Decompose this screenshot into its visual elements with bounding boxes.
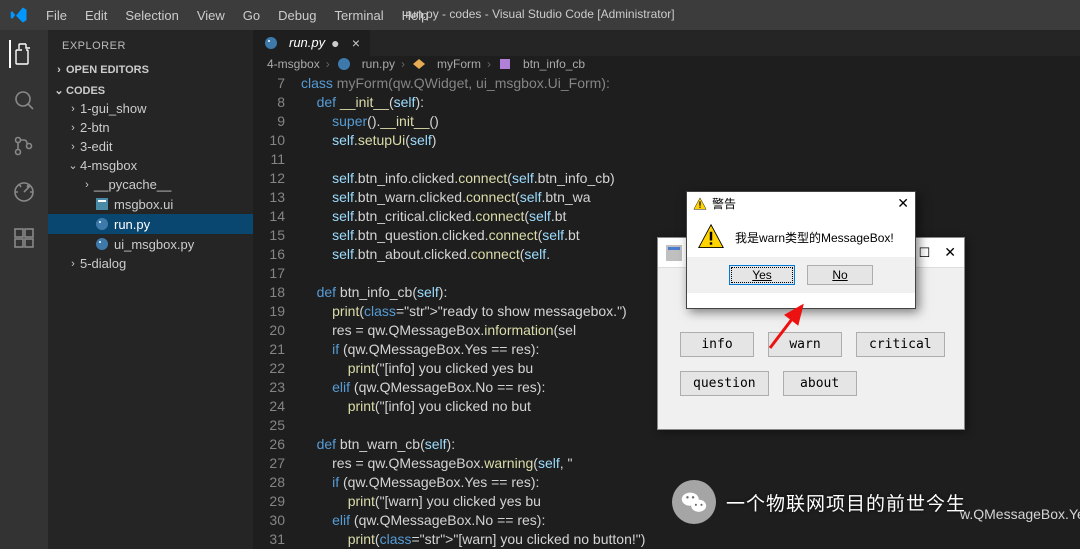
- title-bar: File Edit Selection View Go Debug Termin…: [0, 0, 1080, 30]
- chevron-icon: ⌄: [66, 159, 80, 172]
- warning-small-icon: [693, 197, 707, 211]
- close-icon[interactable]: ✕: [944, 244, 956, 261]
- activity-debug-icon[interactable]: [10, 178, 38, 206]
- critical-button[interactable]: critical: [856, 332, 945, 357]
- activity-search-icon[interactable]: [10, 86, 38, 114]
- activity-explorer-icon[interactable]: [9, 40, 37, 68]
- tree-item-5-dialog[interactable]: ›5-dialog: [48, 254, 253, 273]
- info-button[interactable]: info: [680, 332, 754, 357]
- warning-messagebox[interactable]: 警告 ✕ 我是warn类型的MessageBox! Yes No: [686, 191, 916, 309]
- yes-button[interactable]: Yes: [729, 265, 795, 285]
- workspace-label: CODES: [66, 85, 105, 97]
- tree-item-msgbox-ui[interactable]: msgbox.ui: [48, 194, 253, 214]
- tree-item-1-gui-show[interactable]: ›1-gui_show: [48, 99, 253, 118]
- chevron-icon: ›: [80, 179, 94, 191]
- breadcrumb-item[interactable]: 4-msgbox: [267, 57, 320, 71]
- method-icon: [497, 56, 513, 72]
- explorer-title: EXPLORER: [48, 30, 253, 60]
- main-menu: File Edit Selection View Go Debug Termin…: [38, 4, 436, 27]
- question-button[interactable]: question: [680, 371, 769, 396]
- no-label: No: [832, 268, 847, 282]
- menu-view[interactable]: View: [189, 4, 233, 27]
- tree-item-run-py[interactable]: run.py: [48, 214, 253, 234]
- tree-label: 4-msgbox: [80, 158, 137, 173]
- tree-item---pycache--[interactable]: ›__pycache__: [48, 175, 253, 194]
- breadcrumb-item[interactable]: run.py: [362, 57, 395, 71]
- warn-button[interactable]: warn: [768, 332, 842, 357]
- chevron-down-icon: ⌄: [52, 84, 66, 97]
- menu-debug[interactable]: Debug: [270, 4, 324, 27]
- yes-label: Yes: [752, 268, 772, 282]
- form-app-icon: [666, 245, 682, 261]
- breadcrumb-item[interactable]: myForm: [437, 57, 481, 71]
- msgbox-text: 我是warn类型的MessageBox!: [735, 229, 894, 246]
- tree-label: 2-btn: [80, 120, 110, 135]
- tree-label: ui_msgbox.py: [114, 237, 194, 252]
- menu-edit[interactable]: Edit: [77, 4, 115, 27]
- tree-label: run.py: [114, 217, 150, 232]
- explorer-sidebar: EXPLORER ›OPEN EDITORS ⌄CODES ›1-gui_sho…: [48, 30, 253, 549]
- chevron-icon: ›: [66, 258, 80, 270]
- class-icon: [411, 56, 427, 72]
- tree-item-ui-msgbox-py[interactable]: ui_msgbox.py: [48, 234, 253, 254]
- msgbox-title: 警告: [712, 195, 736, 212]
- chevron-right-icon: ›: [52, 64, 66, 76]
- chevron-icon: ›: [66, 122, 80, 134]
- tab-modified-icon: ●: [331, 35, 339, 51]
- tree-item-3-edit[interactable]: ›3-edit: [48, 137, 253, 156]
- maximize-icon[interactable]: ☐: [919, 245, 931, 261]
- chevron-icon: ›: [66, 141, 80, 153]
- python-file-icon: [263, 35, 279, 51]
- menu-go[interactable]: Go: [235, 4, 268, 27]
- python-file-icon: [336, 56, 352, 72]
- tree-item-2-btn[interactable]: ›2-btn: [48, 118, 253, 137]
- menu-terminal[interactable]: Terminal: [326, 4, 391, 27]
- tree-label: 3-edit: [80, 139, 113, 154]
- menu-selection[interactable]: Selection: [117, 4, 186, 27]
- warning-icon: [697, 223, 725, 251]
- msgbox-titlebar[interactable]: 警告 ✕: [687, 192, 915, 215]
- activity-bar: [0, 30, 48, 549]
- no-button[interactable]: No: [807, 265, 873, 285]
- tree-label: msgbox.ui: [114, 197, 173, 212]
- tab-close-icon[interactable]: ×: [352, 35, 360, 51]
- msgbox-close-icon[interactable]: ✕: [897, 195, 909, 212]
- tab-label: run.py: [289, 35, 325, 50]
- chevron-icon: ›: [66, 103, 80, 115]
- line-numbers: 7891011121314151617181920212223242526272…: [253, 72, 301, 549]
- open-editors-section[interactable]: ›OPEN EDITORS: [48, 62, 253, 78]
- window-title: run.py - codes - Visual Studio Code [Adm…: [405, 7, 674, 21]
- breadcrumb[interactable]: 4-msgbox› run.py› myForm› btn_info_cb: [253, 56, 1080, 72]
- about-button[interactable]: about: [783, 371, 857, 396]
- activity-extensions-icon[interactable]: [10, 224, 38, 252]
- menu-file[interactable]: File: [38, 4, 75, 27]
- tree-label: __pycache__: [94, 177, 171, 192]
- open-editors-label: OPEN EDITORS: [66, 64, 149, 76]
- tree-label: 1-gui_show: [80, 101, 147, 116]
- tree-item-4-msgbox[interactable]: ⌄4-msgbox: [48, 156, 253, 175]
- tree-label: 5-dialog: [80, 256, 126, 271]
- tab-run-py[interactable]: run.py ● ×: [253, 30, 370, 56]
- activity-git-icon[interactable]: [10, 132, 38, 160]
- tabs-bar: run.py ● ×: [253, 30, 1080, 56]
- workspace-section[interactable]: ⌄CODES: [48, 82, 253, 99]
- file-tree: ›1-gui_show›2-btn›3-edit⌄4-msgbox›__pyca…: [48, 99, 253, 273]
- vscode-logo-icon: [10, 6, 28, 24]
- breadcrumb-item[interactable]: btn_info_cb: [523, 57, 585, 71]
- peek-line: w.QMessageBox.Ye: [960, 505, 1080, 524]
- code-overflow-right: w.QMessageBox.Ye essageBox.Yes |: [960, 182, 1080, 549]
